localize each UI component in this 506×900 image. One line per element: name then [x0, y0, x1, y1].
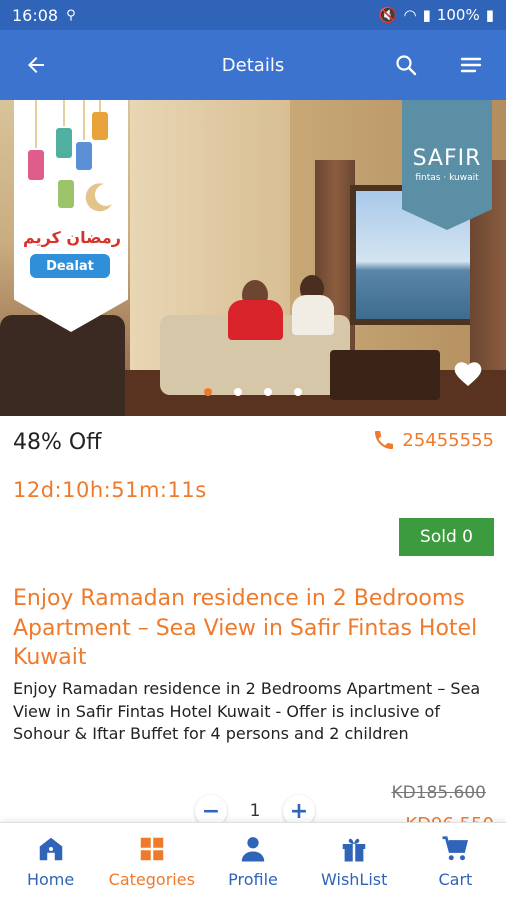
dealat-logo: Dealat [30, 254, 110, 278]
signal-icon: ▮ [422, 6, 431, 24]
nav-cart[interactable]: Cart [405, 823, 506, 900]
safir-logo-banner: SAFIR fintas · kuwait [402, 100, 492, 230]
home-icon [39, 837, 62, 861]
carousel-dot[interactable] [204, 388, 212, 396]
safir-logo-subtext: fintas · kuwait [415, 173, 479, 183]
carousel-dot[interactable] [234, 388, 242, 396]
sold-badge: Sold 0 [399, 518, 494, 556]
search-button[interactable] [378, 30, 434, 100]
wifi-icon: ◠ [403, 6, 417, 24]
lantern-icon [28, 100, 112, 212]
carousel-dot[interactable] [264, 388, 272, 396]
menu-icon [460, 57, 482, 73]
favorite-button[interactable] [452, 358, 484, 390]
countdown-timer: 12d:10h:51m:11s [13, 478, 207, 502]
categories-icon [140, 837, 164, 861]
safir-logo-text: SAFIR [412, 146, 482, 171]
person-figure [292, 295, 334, 335]
mute-icon: 🔇 [378, 6, 398, 24]
bottom-navigation: Home Categories Profile WishList Cart [0, 822, 506, 900]
old-price: KD185.600 [391, 783, 486, 803]
menu-button[interactable] [443, 30, 499, 100]
nav-wishlist-label: WishList [321, 870, 388, 889]
nav-home[interactable]: Home [0, 823, 101, 900]
phone-icon [375, 431, 394, 449]
nav-categories[interactable]: Categories [101, 823, 202, 900]
person-figure [228, 300, 283, 340]
gift-icon [342, 838, 366, 862]
quantity-value: 1 [249, 801, 261, 821]
status-time: 16:08 [12, 5, 59, 25]
phone-link[interactable]: 25455555 [372, 428, 494, 452]
carousel-indicators [0, 388, 506, 396]
battery-percent: 100% [436, 6, 480, 24]
discount-label: 48% Off [13, 430, 102, 455]
nav-profile-label: Profile [228, 870, 278, 889]
heart-icon [454, 362, 482, 386]
ramadan-banner [14, 100, 128, 332]
nav-cart-label: Cart [438, 870, 473, 889]
image-carousel[interactable]: رمضان كريم Dealat SAFIR fintas · kuwait [0, 100, 506, 416]
phone-number: 25455555 [402, 429, 494, 451]
cart-icon [442, 836, 469, 861]
deal-description: Enjoy Ramadan residence in 2 Bedrooms Ap… [13, 679, 481, 743]
nav-categories-label: Categories [108, 870, 195, 889]
ramadan-text: رمضان كريم [23, 228, 121, 247]
profile-icon [241, 837, 265, 862]
status-bar: 16:08 ⚲ 🔇 ◠ ▮ 100% ▮ [0, 0, 506, 30]
dealat-logo-text: Dealat [46, 258, 94, 274]
usb-icon: ⚲ [66, 7, 76, 23]
nav-profile[interactable]: Profile [202, 823, 303, 900]
nav-home-label: Home [26, 870, 75, 889]
app-bar: Details [0, 30, 506, 100]
carousel-dot[interactable] [294, 388, 302, 396]
battery-icon: ▮ [485, 6, 494, 24]
status-icons: 🔇 ◠ ▮ 100% ▮ [379, 6, 494, 24]
deal-title: Enjoy Ramadan residence in 2 Bedrooms Ap… [13, 586, 478, 670]
nav-wishlist[interactable]: WishList [304, 823, 405, 900]
search-icon [396, 55, 417, 76]
